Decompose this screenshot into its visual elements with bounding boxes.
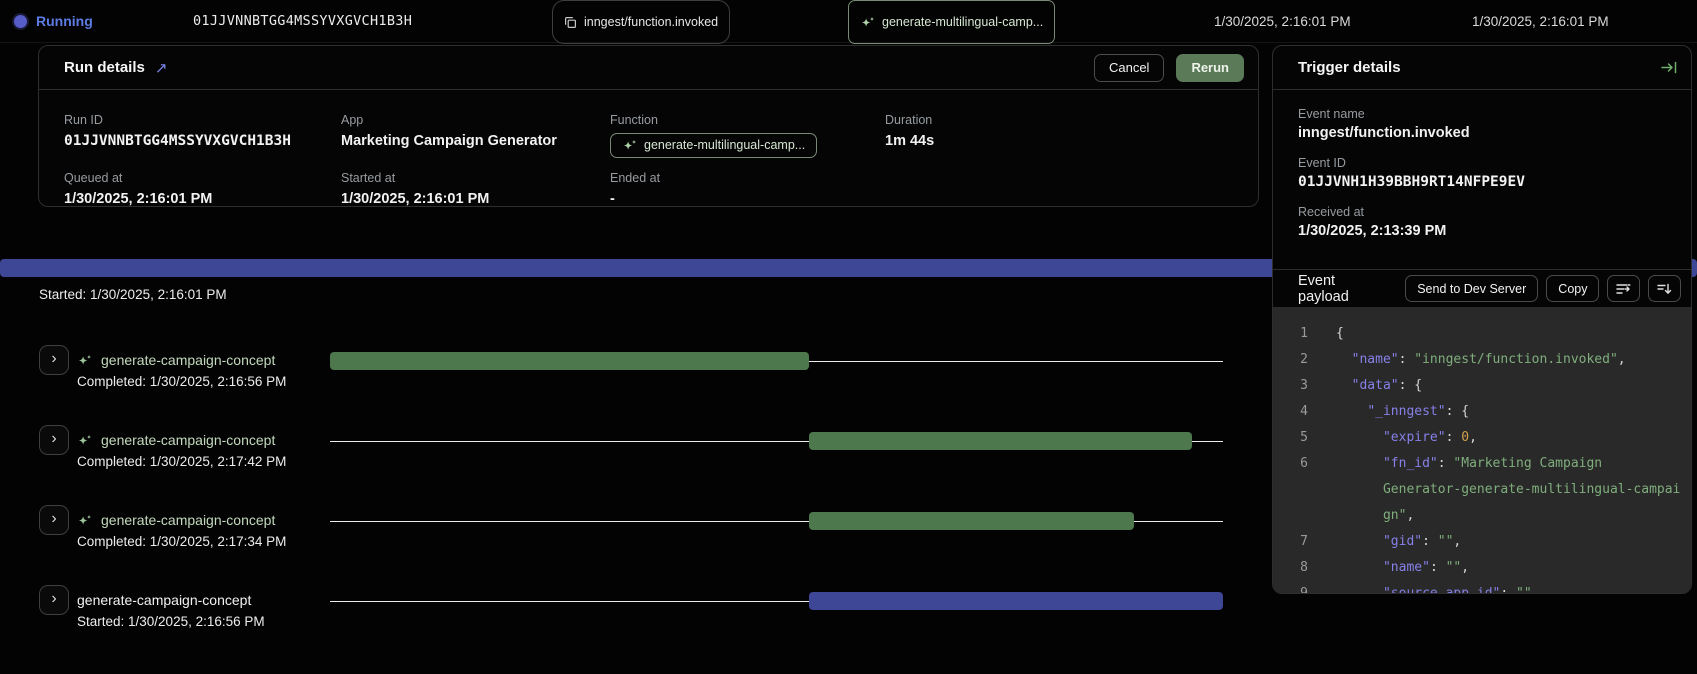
status-dot-icon	[14, 15, 27, 28]
run-status: Running	[14, 0, 93, 42]
wrap-lines-button[interactable]	[1607, 275, 1640, 302]
field-event-name: Event name inngest/function.invoked	[1298, 107, 1671, 141]
cancel-button[interactable]: Cancel	[1094, 54, 1164, 82]
code-line-number: 6	[1273, 451, 1308, 477]
event-id-value: 01JJVNH1H39BBH9RT14NFPE9EV	[1298, 174, 1671, 190]
field-run-id: Run ID 01JJVNNBTGG4MSSYVXGVCH1B3H	[64, 113, 291, 149]
run-details-header: Run details ↗ Cancel Rerun	[39, 46, 1258, 90]
ai-sparkle-icon	[77, 354, 92, 367]
duration-value: 1m 44s	[885, 133, 934, 149]
copy-icon	[564, 16, 577, 29]
function-value-badge[interactable]: generate-multilingual-camp...	[610, 133, 817, 158]
step-expand-button[interactable]: ›	[39, 505, 69, 535]
inngest-run-details-page: Running 01JJVNNBTGG4MSSYVXGVCH1B3H innge…	[0, 0, 1697, 674]
function-badge[interactable]: generate-multilingual-camp...	[848, 0, 1055, 44]
field-started-at: Started at 1/30/2025, 2:16:01 PM	[341, 171, 489, 207]
code-line: 2 "name": "inngest/function.invoked",	[1273, 347, 1691, 373]
step-expand-button[interactable]: ›	[39, 425, 69, 455]
code-line: gn",	[1273, 503, 1691, 529]
expand-payload-button[interactable]	[1648, 275, 1681, 302]
code-line: 8 "name": "",	[1273, 555, 1691, 581]
step-duration-bar[interactable]	[809, 512, 1134, 530]
step-track	[330, 490, 1223, 554]
trigger-fields: Event name inngest/function.invoked Even…	[1273, 90, 1691, 269]
event-badge[interactable]: inngest/function.invoked	[552, 0, 730, 44]
send-to-dev-server-button[interactable]: Send to Dev Server	[1405, 275, 1538, 302]
event-payload-code[interactable]: 1{2 "name": "inngest/function.invoked",3…	[1273, 307, 1691, 593]
app-link[interactable]: Marketing Campaign Generator	[341, 133, 557, 149]
copy-payload-button[interactable]: Copy	[1546, 275, 1599, 302]
step-duration-bar[interactable]	[809, 432, 1192, 450]
trigger-details-title: Trigger details	[1298, 59, 1401, 76]
step-track	[330, 410, 1223, 474]
code-line-number	[1273, 503, 1308, 529]
code-line-number: 4	[1273, 399, 1308, 425]
field-app: App Marketing Campaign Generator	[341, 113, 557, 149]
step-meta: Started: 1/30/2025, 2:16:56 PM	[77, 614, 265, 629]
field-event-id: Event ID 01JJVNH1H39BBH9RT14NFPE9EV	[1298, 156, 1671, 190]
field-received-at: Received at 1/30/2025, 2:13:39 PM	[1298, 205, 1671, 239]
ai-sparkle-icon	[77, 434, 92, 447]
step-meta: Completed: 1/30/2025, 2:17:34 PM	[77, 534, 286, 549]
trigger-details-header: Trigger details	[1273, 46, 1691, 90]
sort-down-icon	[1657, 283, 1672, 295]
code-line-number: 5	[1273, 425, 1308, 451]
ai-sparkle-icon	[622, 139, 637, 152]
run-id-value: 01JJVNNBTGG4MSSYVXGVCH1B3H	[64, 133, 291, 149]
code-line-number: 1	[1273, 321, 1308, 347]
ai-sparkle-icon	[77, 514, 92, 527]
step-name: generate-campaign-concept	[77, 591, 251, 609]
function-badge-label: generate-multilingual-camp...	[882, 16, 1043, 29]
code-line: 4 "_inngest": {	[1273, 399, 1691, 425]
run-details-fields: Run ID 01JJVNNBTGG4MSSYVXGVCH1B3H App Ma…	[39, 90, 1258, 206]
external-link-icon[interactable]: ↗	[155, 59, 168, 77]
event-payload-title: Event payload	[1298, 273, 1389, 305]
wrap-text-icon	[1616, 283, 1631, 295]
step-name: generate-campaign-concept	[77, 431, 275, 449]
ai-sparkle-icon	[860, 16, 875, 29]
code-line: 6 "fn_id": "Marketing Campaign	[1273, 451, 1691, 477]
step-duration-bar[interactable]	[330, 352, 809, 370]
code-line: 9 "source_app_id": ""	[1273, 581, 1691, 593]
code-line: 7 "gid": "",	[1273, 529, 1691, 555]
code-line: 1{	[1273, 321, 1691, 347]
step-meta: Completed: 1/30/2025, 2:16:56 PM	[77, 374, 286, 389]
rerun-button[interactable]: Rerun	[1176, 54, 1244, 82]
field-ended-at: Ended at -	[610, 171, 660, 207]
field-queued-at: Queued at 1/30/2025, 2:16:01 PM	[64, 171, 212, 207]
started-timestamp: 1/30/2025, 2:16:01 PM	[1472, 0, 1609, 42]
step-track	[330, 330, 1223, 394]
run-row-meta: Started: 1/30/2025, 2:16:01 PM	[39, 287, 227, 302]
trigger-details-panel: Trigger details Event name inngest/funct…	[1272, 45, 1692, 594]
field-duration: Duration 1m 44s	[885, 113, 934, 149]
step-expand-button[interactable]: ›	[39, 585, 69, 615]
code-line-number	[1273, 477, 1308, 503]
step-meta: Completed: 1/30/2025, 2:17:42 PM	[77, 454, 286, 469]
run-details-card: Run details ↗ Cancel Rerun Run ID 01JJVN…	[38, 45, 1259, 207]
code-line: 5 "expire": 0,	[1273, 425, 1691, 451]
step-expand-button[interactable]: ›	[39, 345, 69, 375]
code-line: 3 "data": {	[1273, 373, 1691, 399]
code-line-number: 8	[1273, 555, 1308, 581]
run-header-bar: Running 01JJVNNBTGG4MSSYVXGVCH1B3H innge…	[0, 0, 1697, 43]
event-payload-header: Event payload Send to Dev Server Copy	[1273, 269, 1691, 307]
event-badge-label: inngest/function.invoked	[584, 16, 718, 29]
step-duration-bar[interactable]	[809, 592, 1223, 610]
code-line-number: 2	[1273, 347, 1308, 373]
run-details-title: Run details	[64, 59, 145, 76]
field-function: Function generate-multilingual-camp...	[610, 113, 817, 158]
status-label: Running	[36, 13, 93, 29]
code-line-number: 3	[1273, 373, 1308, 399]
queued-timestamp: 1/30/2025, 2:16:01 PM	[1214, 0, 1351, 42]
topbar-run-id: 01JJVNNBTGG4MSSYVXGVCH1B3H	[193, 0, 412, 42]
step-name: generate-campaign-concept	[77, 351, 275, 369]
step-name: generate-campaign-concept	[77, 511, 275, 529]
code-line-number: 7	[1273, 529, 1308, 555]
code-line: Generator-generate-multilingual-campai	[1273, 477, 1691, 503]
step-track	[330, 570, 1223, 634]
code-line-number: 9	[1273, 581, 1308, 593]
collapse-panel-button[interactable]	[1661, 61, 1677, 74]
